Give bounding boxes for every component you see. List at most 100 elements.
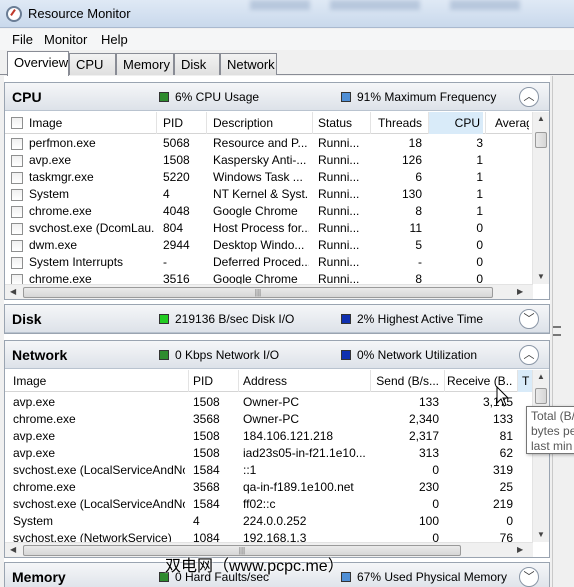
tab-network[interactable]: Network [220,53,277,75]
scroll-down-arrow[interactable]: ▼ [537,530,545,539]
row-checkbox[interactable] [11,206,23,218]
expand-memory-button[interactable]: ﹀ [519,567,539,587]
table-cell: Kaspersky Anti-... [213,153,307,167]
table-row[interactable]: System 4 NT Kernel & Syst... Runni... 130 1 [5,186,533,203]
table-cell: 4 [163,187,170,201]
col-image[interactable]: Image [29,116,62,130]
network-section: Network 0 Kbps Network I/O 0% Network Ut… [4,340,550,558]
cpu-header[interactable]: CPU 6% CPU Usage 91% Maximum Frequency ︿ [5,83,549,111]
table-cell: 219 [492,497,513,511]
disk-title: Disk [12,311,42,327]
scroll-thumb[interactable] [535,132,547,148]
row-checkbox[interactable] [11,240,23,252]
table-row[interactable]: chrome.exe 4048 Google Chrome Runni... 8 1 [5,203,533,220]
collapse-network-button[interactable]: ︿ [519,345,539,365]
scroll-down-arrow[interactable]: ▼ [537,272,545,281]
background-ghost [450,0,520,10]
table-cell: Google Chrome [213,204,298,218]
network-vertical-scrollbar[interactable]: ▲ ▼ [532,370,549,542]
row-checkbox[interactable] [11,189,23,201]
row-checkbox[interactable] [11,257,23,269]
row-checkbox[interactable] [11,155,23,167]
scroll-thumb[interactable] [535,388,547,404]
scroll-left-arrow[interactable]: ◀ [10,287,16,296]
col-pid[interactable]: PID [163,116,183,130]
tab-strip: Overview CPU Memory Disk Network [0,51,574,76]
network-utilization-stat: 0% Network Utilization [341,348,477,362]
col-address[interactable]: Address [243,374,287,388]
expand-disk-button[interactable]: ﹀ [519,309,539,329]
table-row[interactable]: chrome.exe 3568 qa-in-f189.1e100.net 230 25 [5,479,533,496]
row-checkbox[interactable] [11,223,23,235]
table-cell: 3 [476,136,483,150]
network-title: Network [12,347,68,363]
col-image[interactable]: Image [13,374,46,388]
window-title: Resource Monitor [28,6,131,21]
cpu-title: CPU [12,89,42,105]
row-checkbox[interactable] [11,138,23,150]
col-status[interactable]: Status [318,116,352,130]
tab-overview[interactable]: Overview [7,51,69,76]
scroll-thumb[interactable]: ||| [23,287,493,298]
table-cell: dwm.exe [29,238,78,252]
cpu-vertical-scrollbar[interactable]: ▲ ▼ [532,112,549,284]
tab-cpu[interactable]: CPU [69,53,116,75]
table-cell: Owner-PC [243,412,300,426]
table-row[interactable]: System 4 224.0.0.252 100 0 [5,513,533,530]
col-total[interactable]: T [518,370,533,392]
col-pid[interactable]: PID [193,374,213,388]
cpu-horizontal-scrollbar[interactable]: ◀ ||| ▶ [5,284,533,299]
pane-splitter[interactable] [553,326,561,336]
disk-io-text: 219136 B/sec Disk I/O [175,312,295,326]
network-header[interactable]: Network 0 Kbps Network I/O 0% Network Ut… [5,341,549,369]
col-send[interactable]: Send (B/s... [373,374,439,388]
table-row[interactable]: chrome.exe 3568 Owner-PC 2,340 133 [5,411,533,428]
table-row[interactable]: svchost.exe (LocalServiceAndNo... 1584 ff0… [5,496,533,513]
table-row[interactable]: avp.exe 1508 Kaspersky Anti-... Runni... 126… [5,152,533,169]
menu-file[interactable]: File [12,32,33,47]
table-cell: ::1 [243,463,257,477]
col-description[interactable]: Description [213,116,273,130]
table-cell: 0 [476,221,483,235]
table-row[interactable]: System Interrupts - Deferred Proced... Runn… [5,254,533,271]
row-checkbox[interactable] [11,172,23,184]
collapse-cpu-button[interactable]: ︿ [519,87,539,107]
disk-header[interactable]: Disk 219136 B/sec Disk I/O 2% Highest Ac… [5,305,549,333]
table-row[interactable]: avp.exe 1508 iad23s05-in-f21.1e10... 313 62 [5,445,533,462]
table-cell: Owner-PC [243,395,300,409]
table-cell: 1584 [193,463,220,477]
menu-monitor[interactable]: Monitor [44,32,87,47]
scroll-up-arrow[interactable]: ▲ [537,114,545,123]
col-cpu[interactable]: CPU [429,112,483,134]
col-average[interactable]: Averag [495,116,529,130]
table-cell: 5 [415,238,422,252]
table-row[interactable]: avp.exe1508Owner-PC1333,175 [5,394,533,411]
network-io-text: 0 Kbps Network I/O [175,348,280,362]
table-row[interactable]: avp.exe 1508 184.106.121.218 2,317 81 [5,428,533,445]
table-cell: 313 [418,446,439,460]
table-row[interactable]: dwm.exe 2944 Desktop Windo... Runni... 5 0 [5,237,533,254]
table-row[interactable]: svchost.exe (LocalServiceAndNo... 1584::1… [5,462,533,479]
table-cell: 133 [492,412,513,426]
tooltip-line: Total (B/ [531,409,574,423]
table-cell: iad23s05-in-f21.1e10... [243,446,366,460]
table-row[interactable]: svchost.exe (DcomLau... 804 Host Process f… [5,220,533,237]
table-cell: 0 [432,497,439,511]
table-row[interactable]: taskmgr.exe 5220 Windows Task ... Runni... 6… [5,169,533,186]
menu-help[interactable]: Help [101,32,128,47]
resource-monitor-icon [6,6,22,22]
tab-memory[interactable]: Memory [116,53,174,75]
table-cell: Resource and P... [213,136,308,150]
table-cell: chrome.exe [13,480,76,494]
table-cell: 1 [476,170,483,184]
col-threads[interactable]: Threads [370,116,422,130]
tab-disk[interactable]: Disk [174,53,220,75]
scroll-right-arrow[interactable]: ▶ [517,545,523,554]
scroll-left-arrow[interactable]: ◀ [10,545,16,554]
scroll-right-arrow[interactable]: ▶ [517,287,523,296]
select-all-checkbox[interactable] [11,117,23,129]
table-cell: 1 [476,187,483,201]
table-row[interactable]: perfmon.exe 5068 Resource and P... Runni...… [5,135,533,152]
scroll-up-arrow[interactable]: ▲ [537,372,545,381]
table-cell: 25 [499,480,513,494]
